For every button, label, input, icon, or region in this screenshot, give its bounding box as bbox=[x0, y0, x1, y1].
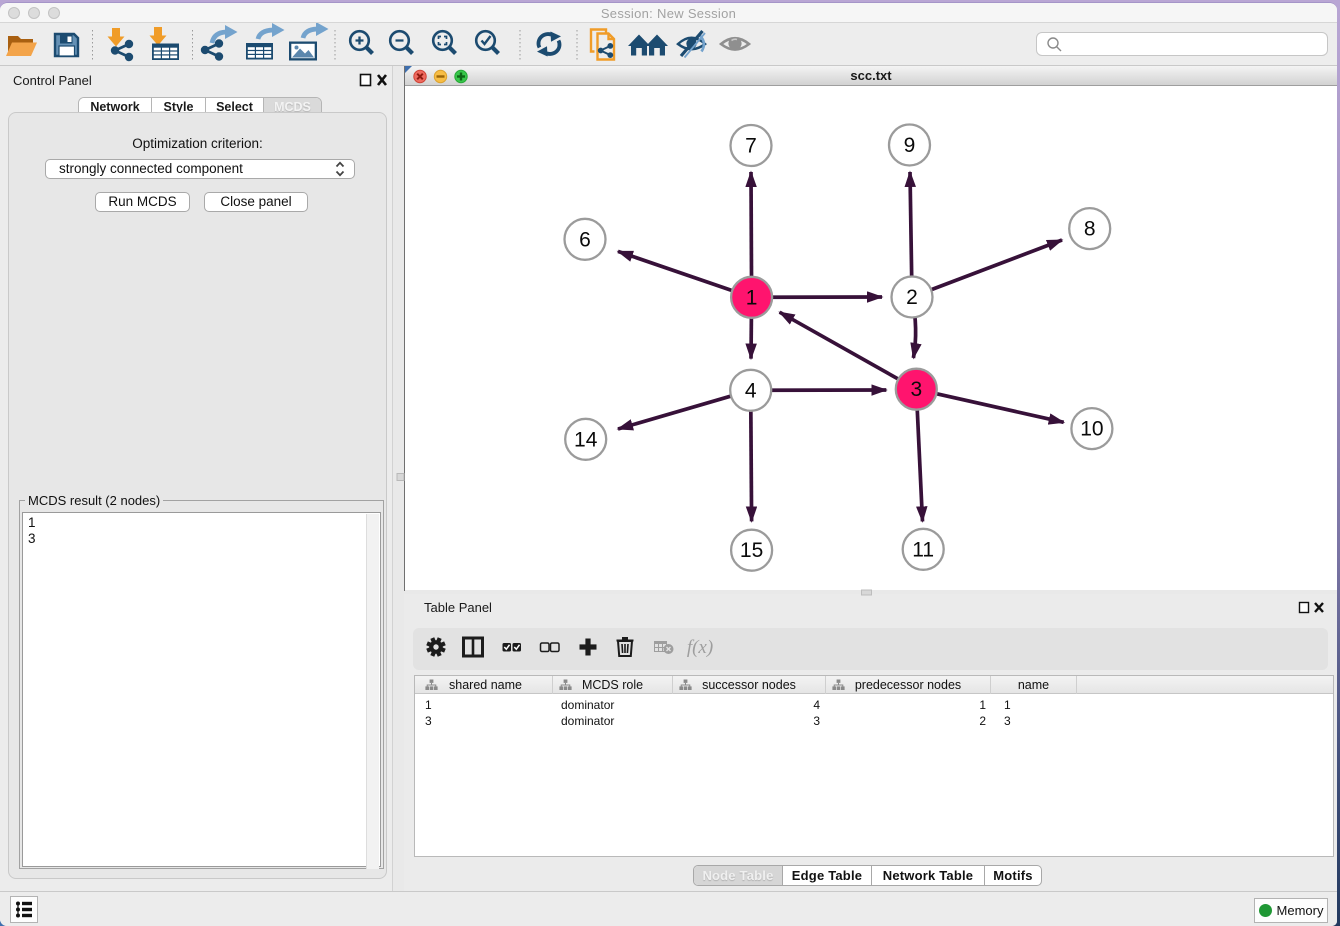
svg-text:11: 11 bbox=[912, 538, 934, 561]
svg-text:10: 10 bbox=[1080, 418, 1103, 441]
svg-text:f(x): f(x) bbox=[687, 637, 713, 658]
svg-text:15: 15 bbox=[740, 539, 763, 562]
svg-text:3: 3 bbox=[910, 378, 922, 401]
svg-text:8: 8 bbox=[1084, 218, 1096, 241]
svg-text:6: 6 bbox=[579, 228, 591, 251]
svg-text:7: 7 bbox=[745, 135, 757, 158]
svg-text:14: 14 bbox=[574, 428, 598, 451]
svg-text:1: 1 bbox=[746, 286, 758, 309]
svg-text:2: 2 bbox=[906, 286, 918, 309]
svg-text:4: 4 bbox=[745, 379, 757, 402]
svg-text:9: 9 bbox=[904, 134, 916, 157]
